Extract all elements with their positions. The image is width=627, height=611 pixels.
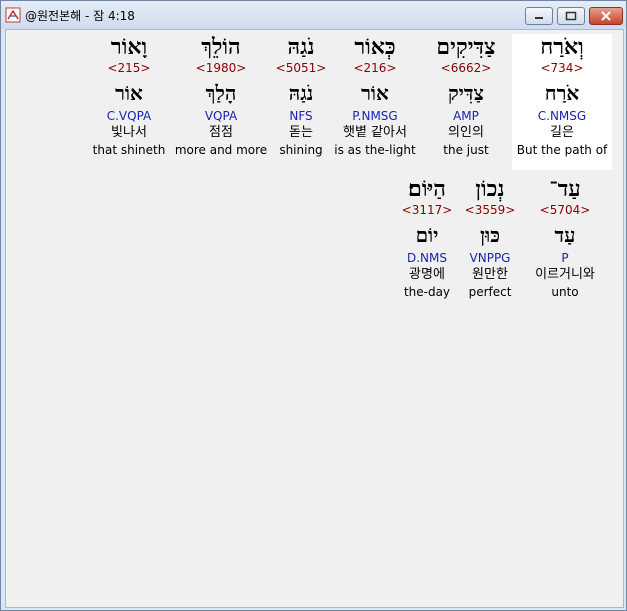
english-gloss: the just xyxy=(443,143,489,157)
word-cell[interactable]: צַדִּיקִים <6662> צַדִּיק AMP 의인의 the ju… xyxy=(416,34,516,158)
morphology-code[interactable]: C.VQPA xyxy=(79,108,179,124)
english-gloss: that shineth xyxy=(92,143,166,157)
close-icon xyxy=(601,11,611,21)
korean-gloss: 길은 xyxy=(550,125,574,140)
hebrew-word: וְאֹרַח xyxy=(540,34,584,60)
word-cell[interactable]: וָאוֹר <215> אוֹר C.VQPA 빛나서 that shinet… xyxy=(79,34,179,158)
word-cell[interactable]: הוֹלֵךְ <1980> הָלַךְ VQPA 점점 more and m… xyxy=(171,34,271,158)
interlinear-view[interactable]: וְאֹרַח <734> אֹרַח C.NMSG 길은 But the pa… xyxy=(5,29,624,608)
word-cell[interactable]: וְאֹרַח <734> אֹרַח C.NMSG 길은 But the pa… xyxy=(512,34,612,170)
english-gloss: the-day xyxy=(403,285,451,299)
app-window: @원전본해 - 잠 4:18 וְאֹרַח <734> אֹרַח C.NMS… xyxy=(0,0,627,611)
strong-number[interactable]: <734> xyxy=(512,60,612,80)
morphology-code[interactable]: VQPA xyxy=(171,108,271,124)
morphology-code[interactable]: D.NMS xyxy=(377,250,477,266)
hebrew-lemma: יוֹם xyxy=(415,223,439,247)
word-cell[interactable]: הַיּוֹם׃ <3117> יוֹם D.NMS 광명에 the-day xyxy=(377,176,477,300)
strong-number[interactable]: <1980> xyxy=(171,60,271,80)
maximize-icon xyxy=(565,11,577,21)
app-icon xyxy=(5,7,21,23)
maximize-button[interactable] xyxy=(557,7,585,25)
minimize-icon xyxy=(535,17,543,19)
strong-number[interactable]: <3117> xyxy=(377,202,477,222)
close-button[interactable] xyxy=(589,7,623,25)
morphology-code[interactable]: AMP xyxy=(416,108,516,124)
strong-number[interactable]: <215> xyxy=(79,60,179,80)
korean-gloss: 광명에 xyxy=(409,267,445,282)
hebrew-lemma: צַדִּיק xyxy=(447,81,485,105)
title-bar[interactable]: @원전본해 - 잠 4:18 xyxy=(1,1,626,29)
hebrew-lemma: אֹרַח xyxy=(544,81,580,105)
window-title: @원전본해 - 잠 4:18 xyxy=(25,9,135,23)
minimize-button[interactable] xyxy=(525,7,553,25)
strong-number[interactable]: <6662> xyxy=(416,60,516,80)
korean-gloss: 점점 xyxy=(209,125,233,140)
morphology-code[interactable]: C.NMSG xyxy=(512,108,612,124)
hebrew-lemma: אוֹר xyxy=(115,81,143,105)
hebrew-word: צַדִּיקִים xyxy=(436,34,496,60)
english-gloss: more and more xyxy=(174,143,268,157)
korean-gloss: 의인의 xyxy=(448,125,484,140)
english-gloss: But the path of xyxy=(516,143,608,157)
hebrew-word: וָאוֹר xyxy=(110,34,148,60)
hebrew-lemma: הָלַךְ xyxy=(205,81,237,105)
korean-gloss: 빛나서 xyxy=(111,125,147,140)
hebrew-word: הוֹלֵךְ xyxy=(201,34,241,60)
hebrew-word: הַיּוֹם׃ xyxy=(408,176,446,202)
